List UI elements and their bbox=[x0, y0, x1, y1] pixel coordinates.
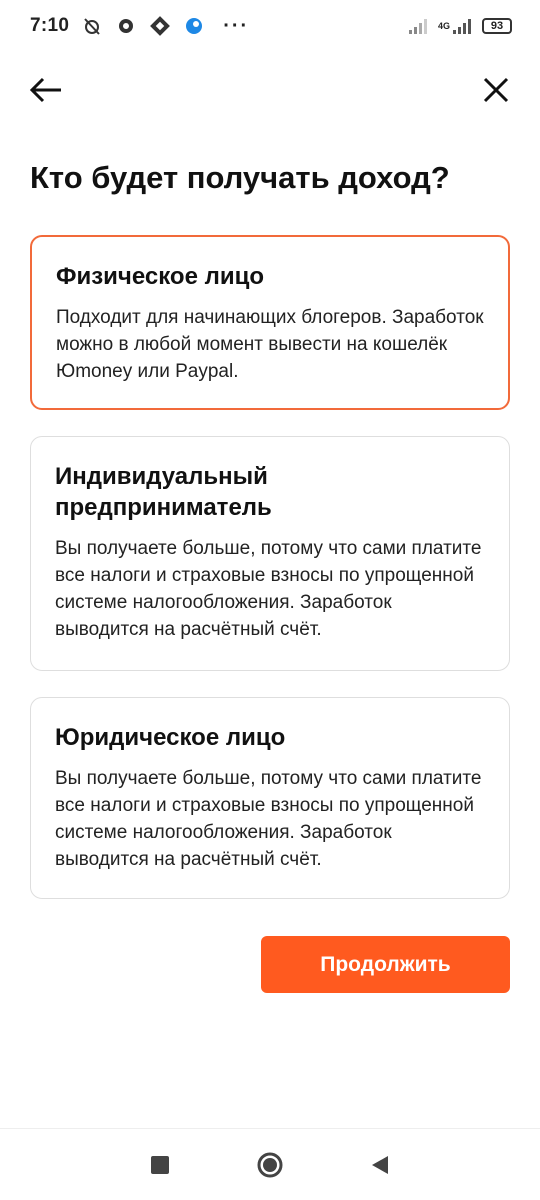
alarm-off-icon bbox=[81, 15, 103, 37]
signal-icon bbox=[408, 15, 430, 37]
recents-button[interactable] bbox=[105, 1135, 215, 1195]
top-navigation bbox=[0, 60, 540, 116]
close-button[interactable] bbox=[474, 68, 518, 112]
option-title: Юридическое лицо bbox=[55, 724, 286, 751]
more-notifications-icon: ··· bbox=[223, 14, 250, 37]
network-label: 4G bbox=[437, 21, 450, 31]
continue-button[interactable]: Продолжить bbox=[261, 936, 510, 993]
back-button[interactable] bbox=[24, 68, 68, 112]
back-nav-button[interactable] bbox=[325, 1135, 435, 1195]
option-description: Вы получаете больше, потому что сами пла… bbox=[55, 768, 482, 870]
option-title: Индивидуальный предприниматель bbox=[55, 463, 272, 521]
status-bar-left: 7:10 ··· bbox=[30, 15, 249, 38]
home-circle-icon bbox=[257, 1152, 283, 1177]
close-icon bbox=[483, 77, 509, 103]
home-button[interactable] bbox=[215, 1135, 325, 1195]
arrow-left-icon bbox=[29, 77, 61, 103]
option-title: Физическое лицо bbox=[56, 263, 265, 290]
status-bar-right: 4G 93 bbox=[408, 15, 512, 37]
browser-icon bbox=[183, 15, 205, 37]
app-notification-icon bbox=[149, 15, 171, 37]
system-navigation-bar bbox=[0, 1128, 540, 1200]
option-card-entrepreneur[interactable]: Индивидуальный предприниматель Вы получа… bbox=[30, 436, 510, 671]
option-card-legal-entity[interactable]: Юридическое лицо Вы получаете больше, по… bbox=[30, 697, 510, 899]
status-time: 7:10 bbox=[30, 15, 70, 36]
signal-4g-icon bbox=[453, 19, 471, 34]
status-bar: 7:10 ··· 4G 93 bbox=[0, 0, 540, 52]
option-description: Подходит для начинающих блогеров. Зарабо… bbox=[56, 307, 484, 382]
network-type: 4G bbox=[438, 17, 474, 35]
square-icon bbox=[151, 1155, 169, 1174]
option-description: Вы получаете больше, потому что сами пла… bbox=[55, 538, 482, 640]
triangle-back-icon bbox=[372, 1155, 388, 1174]
page-title: Кто будет получать доход? bbox=[30, 160, 450, 195]
battery-icon: 93 bbox=[482, 18, 512, 34]
option-card-individual[interactable]: Физическое лицо Подходит для начинающих … bbox=[30, 235, 510, 410]
chat-bubble-icon bbox=[115, 15, 137, 37]
